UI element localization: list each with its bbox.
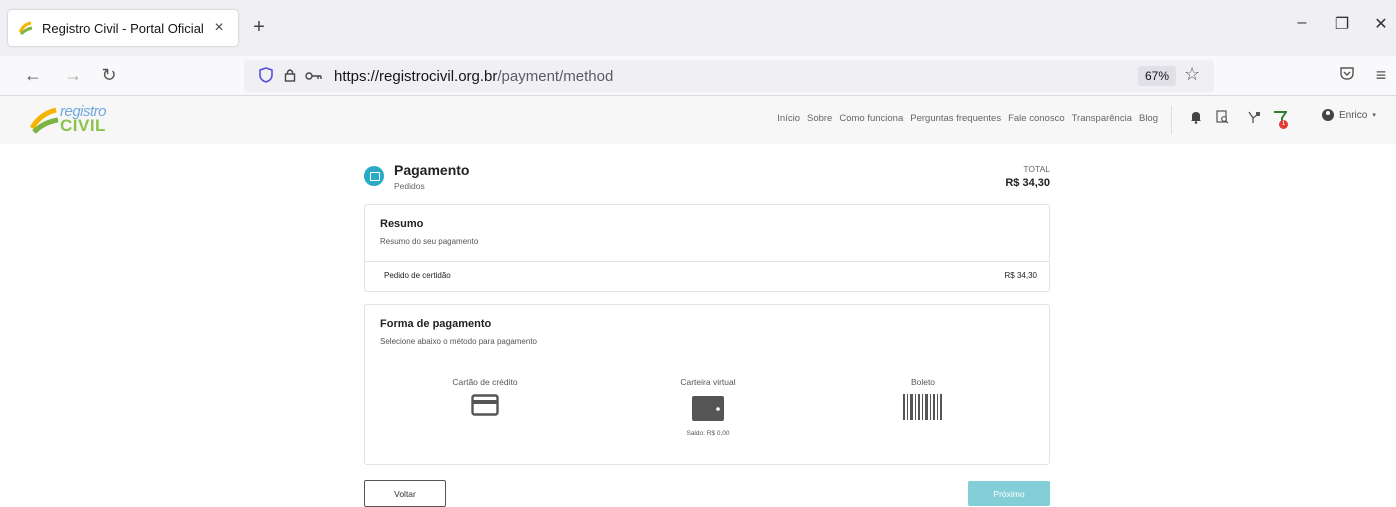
nav-link-transparencia[interactable]: Transparência [1072,113,1132,124]
bookmark-star-icon[interactable]: ☆ [1184,64,1200,85]
nav-link-como-funciona[interactable]: Como funciona [839,113,903,124]
shield-icon[interactable] [256,66,276,86]
minimize-icon[interactable]: – [1289,14,1315,32]
wallet-icon [692,396,724,421]
wallet-balance: Saldo: R$ 0,00 [686,430,730,437]
url-bar[interactable]: https://registrocivil.org.br/payment/met… [244,60,1214,92]
url-text[interactable]: https://registrocivil.org.br/payment/met… [334,68,613,85]
hand-certificate-icon[interactable] [1246,110,1262,128]
header-divider [1171,106,1172,134]
nav-link-fale-conosco[interactable]: Fale conosco [1008,113,1065,124]
browser-navbar: ← → ↻ https://registrocivil.org.br/payme… [0,56,1396,96]
nav-link-blog[interactable]: Blog [1139,113,1158,124]
hands-logo-icon [30,107,59,134]
payment-method-card: Forma de pagamento Selecione abaixo o mé… [364,304,1050,465]
url-path: /payment/method [497,67,614,85]
page-title: Pagamento [394,162,470,178]
forward-arrow-icon[interactable]: → [62,65,84,85]
total-label: TOTAL [1023,164,1050,174]
user-name: Enrico [1339,109,1368,121]
document-search-icon[interactable] [1214,110,1230,128]
payment-method-title: Forma de pagamento [380,318,492,330]
window-close-icon[interactable]: ✕ [1368,14,1394,34]
tab-close-icon[interactable]: × [210,19,228,37]
menu-icon[interactable]: ≡ [1370,65,1392,85]
total-value: R$ 34,30 [1005,177,1050,189]
site-nav: Início Sobre Como funciona Perguntas fre… [777,113,1158,124]
cart-count-badge: 1 [1279,120,1288,129]
back-button[interactable]: Voltar [364,480,446,507]
summary-subtitle: Resumo do seu pagamento [380,237,479,246]
url-host: https://registrocivil.org.br [334,67,498,85]
next-button[interactable]: Próximo [968,481,1050,506]
notification-bell-icon[interactable] [1188,110,1204,128]
zoom-level-badge[interactable]: 67% [1138,66,1176,86]
lock-icon[interactable] [280,68,300,85]
payment-header: Pagamento Pedidos TOTAL R$ 34,30 [364,160,1050,196]
pocket-icon[interactable] [1336,65,1358,86]
restore-icon[interactable]: ❐ [1329,14,1355,34]
method-option-boleto[interactable]: Boleto [843,377,1003,420]
page-subtitle: Pedidos [394,181,425,191]
key-icon[interactable] [304,68,324,84]
site-header: registro CIVIL Início Sobre Como funcion… [0,96,1396,144]
summary-title: Resumo [380,218,424,230]
user-avatar-icon [1322,109,1334,121]
barcode-icon [903,394,942,420]
summary-item-value: R$ 34,30 [1004,271,1037,280]
credit-card-icon [471,394,499,416]
summary-divider [365,261,1049,262]
browser-tab[interactable]: Registro Civil - Portal Oficial × [8,10,238,46]
logo-text-civil: CIVIL [60,116,106,135]
method-option-virtual-wallet[interactable]: Carteira virtual Saldo: R$ 0,00 [628,377,788,437]
registro-civil-logo[interactable]: registro CIVIL [30,103,120,135]
browser-tabstrip: Registro Civil - Portal Oficial × + – ❐ … [0,0,1396,56]
summary-card: Resumo Resumo do seu pagamento Pedido de… [364,204,1050,292]
method-label: Carteira virtual [680,377,736,387]
method-label: Cartão de crédito [452,377,518,387]
tab-title: Registro Civil - Portal Oficial [42,20,204,36]
new-tab-button[interactable]: + [248,16,270,38]
payment-page: Pagamento Pedidos TOTAL R$ 34,30 Resumo … [364,160,1050,507]
chevron-down-icon: ▾ [1372,112,1376,119]
method-label: Boleto [910,377,936,387]
nav-link-perguntas-frequentes[interactable]: Perguntas frequentes [910,113,1001,124]
payment-icon [364,166,384,186]
user-menu[interactable]: Enrico ▾ [1322,109,1376,121]
payment-method-subtitle: Selecione abaixo o método para pagamento [380,337,537,346]
site-favicon-icon [18,20,34,36]
nav-link-inicio[interactable]: Início [777,113,800,124]
back-arrow-icon[interactable]: ← [22,65,44,85]
reload-icon[interactable]: ↻ [98,65,120,85]
summary-item-label: Pedido de certidão [384,271,451,280]
method-option-credit-card[interactable]: Cartão de crédito [405,377,565,416]
nav-link-sobre[interactable]: Sobre [807,113,832,124]
